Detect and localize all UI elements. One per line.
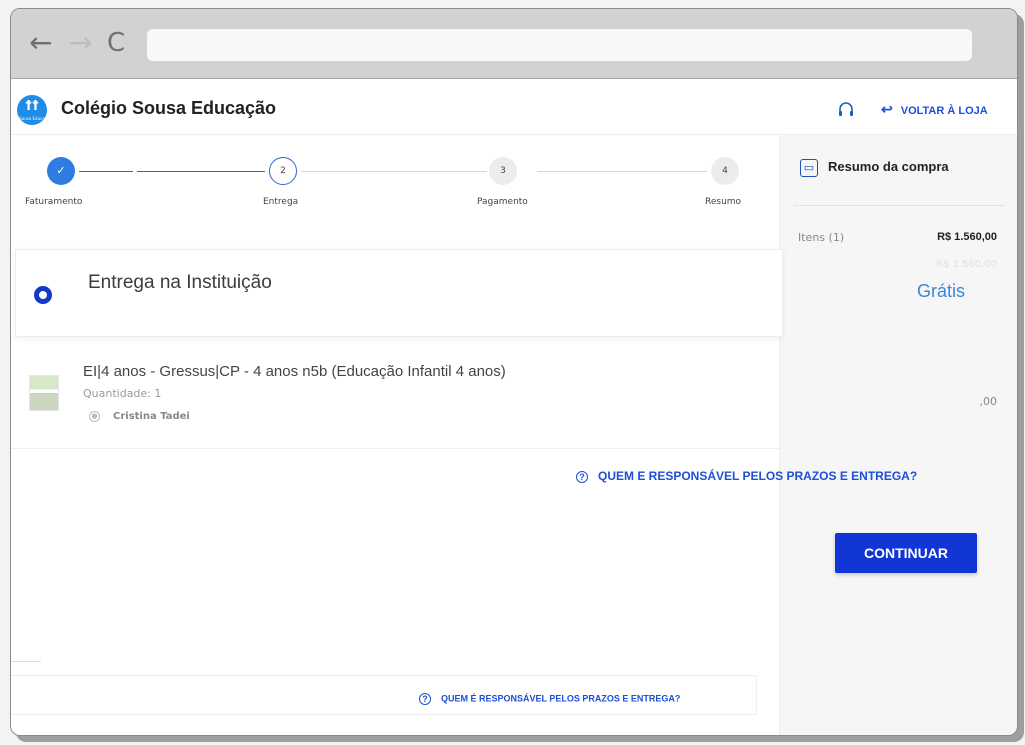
product-name: EI|4 anos - Gressus|CP - 4 anos n5b (Edu… bbox=[83, 363, 506, 380]
logo-mark: ꝉꝉ bbox=[25, 99, 39, 114]
step-4-circle: 4 bbox=[711, 157, 739, 185]
back-to-store-link[interactable]: ↩ VOLTAR À LOJA bbox=[881, 101, 988, 118]
browser-toolbar: ← → C bbox=[11, 9, 1017, 79]
delivery-radio[interactable] bbox=[34, 286, 52, 304]
student-name: Cristina Tadei bbox=[113, 411, 190, 422]
step-2-circle[interactable]: 2 bbox=[269, 157, 297, 185]
question-icon: ? bbox=[419, 693, 431, 705]
delivery-option-title: Entrega na Instituição bbox=[88, 272, 272, 293]
summary-items-value: R$ 1.560,00 bbox=[937, 231, 997, 243]
headset-icon[interactable] bbox=[837, 101, 855, 119]
summary-items-label: Itens (1) bbox=[798, 231, 845, 244]
delivery-price: Grátis bbox=[917, 281, 966, 301]
summary-divider bbox=[794, 205, 1005, 206]
step-connector bbox=[137, 171, 265, 172]
product-quantity: Quantidade: 1 bbox=[83, 387, 162, 400]
summary-faded-value: R$ 1.560,00 bbox=[935, 259, 997, 270]
step-3-label: Pagamento bbox=[477, 197, 528, 207]
step-4-label: Resumo bbox=[705, 197, 742, 207]
app-frame: ← → C ꝉꝉ Sousa Educa Colégio Sousa Educa… bbox=[10, 8, 1018, 736]
question-icon: ? bbox=[576, 470, 588, 483]
reload-icon[interactable]: C bbox=[107, 29, 125, 57]
return-arrow-icon: ↩ bbox=[881, 101, 893, 117]
delivery-option-card[interactable]: Entrega na Instituição bbox=[15, 249, 783, 337]
site-header: ꝉꝉ Sousa Educa Colégio Sousa Educação ↩ V… bbox=[11, 79, 1017, 135]
summary-title: Resumo da compra bbox=[828, 159, 949, 174]
forward-arrow-icon[interactable]: → bbox=[69, 29, 92, 57]
step-1-label: Faturamento bbox=[25, 197, 83, 207]
order-summary-panel: ▭ Resumo da compra Itens (1) R$ 1.560,00… bbox=[779, 135, 1017, 735]
step-2-label: Entrega bbox=[263, 197, 299, 207]
back-to-store-label: VOLTAR À LOJA bbox=[900, 105, 988, 117]
summary-partial-value: ,00 bbox=[979, 395, 998, 408]
step-3-circle: 3 bbox=[489, 157, 517, 185]
delivery-responsibility-label-secondary: QUEM É RESPONSÁVEL PELOS PRAZOS E ENTREG… bbox=[441, 693, 681, 704]
address-bar[interactable] bbox=[147, 29, 972, 61]
step-1-circle[interactable]: ✓ bbox=[47, 157, 75, 185]
step-connector bbox=[79, 171, 133, 172]
school-name: Colégio Sousa Educação bbox=[61, 98, 277, 118]
checkout-stepper: ✓ 2 3 4 Faturamento Entrega Pagamento Re… bbox=[11, 135, 781, 245]
school-logo[interactable]: ꝉꝉ Sousa Educa bbox=[17, 95, 47, 125]
continue-button[interactable]: CONTINUAR bbox=[835, 533, 977, 573]
back-arrow-icon[interactable]: ← bbox=[29, 29, 52, 57]
delivery-responsibility-link-secondary[interactable]: ? QUEM É RESPONSÁVEL PELOS PRAZOS E ENTRE… bbox=[419, 693, 680, 705]
cart-icon: ▭ bbox=[800, 159, 818, 177]
delivery-responsibility-link[interactable]: ? QUEM E RESPONSÁVEL PELOS PRAZOS E ENTRE… bbox=[576, 469, 917, 483]
step-connector bbox=[301, 171, 487, 172]
divider bbox=[11, 661, 41, 662]
delivery-responsibility-label: QUEM E RESPONSÁVEL PELOS PRAZOS E ENTREG… bbox=[598, 469, 918, 483]
step-connector bbox=[537, 171, 707, 172]
product-row: EI|4 anos - Gressus|CP - 4 anos n5b (Edu… bbox=[11, 349, 781, 449]
user-icon: ● bbox=[89, 411, 100, 422]
logo-subtext: Sousa Educa bbox=[19, 116, 45, 121]
product-thumbnail bbox=[29, 375, 59, 411]
